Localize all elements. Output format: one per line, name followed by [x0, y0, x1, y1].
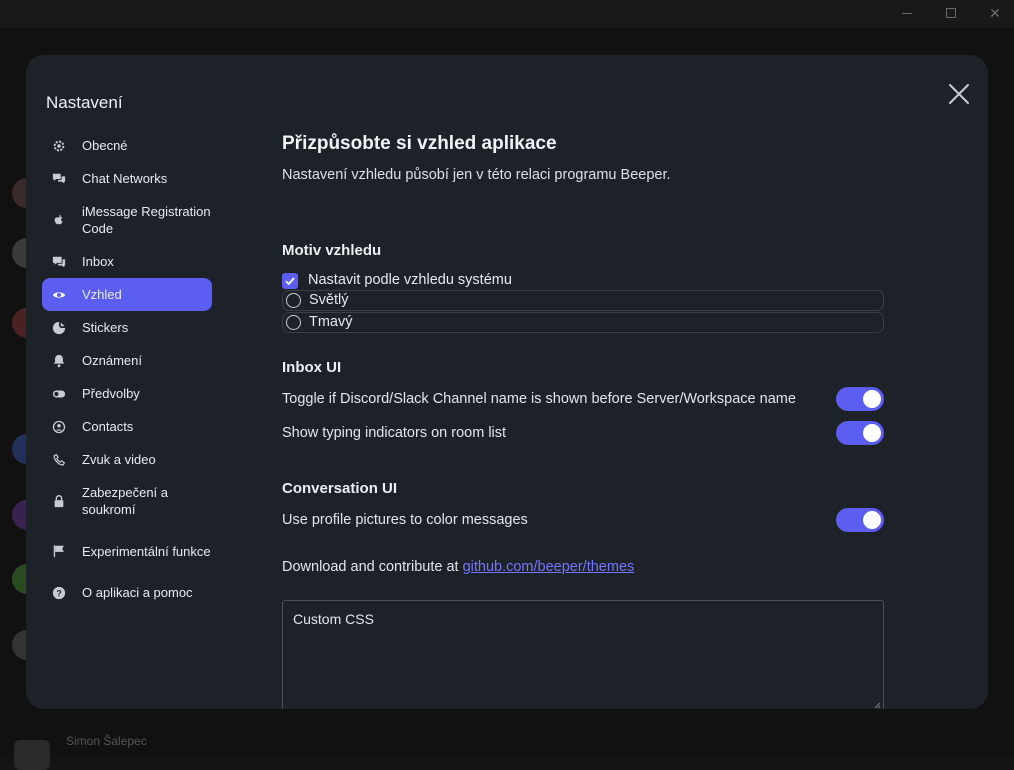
page-subtitle: Nastavení vzhledu působí jen v této rela…	[282, 167, 671, 183]
theme-section-heading: Motiv vzhledu	[282, 242, 382, 259]
theme-option-label: Tmavý	[309, 314, 353, 330]
custom-css-textarea[interactable]: Custom CSS	[282, 600, 884, 709]
sidebar-item-label: Inbox	[82, 254, 114, 269]
conversation-ui-heading: Conversation UI	[282, 480, 398, 497]
system-theme-checkbox[interactable]	[282, 273, 298, 289]
phone-icon	[51, 452, 67, 468]
download-prefix: Download and contribute at	[282, 559, 459, 575]
sidebar-item-zvuk-video[interactable]: Zvuk a video	[42, 443, 212, 476]
toggle-knob	[863, 390, 881, 408]
toggle-label: Use profile pictures to color messages	[282, 512, 528, 528]
inbox-footer-icon[interactable]	[14, 740, 50, 770]
channel-name-toggle[interactable]	[836, 387, 884, 411]
contact-icon	[51, 419, 67, 435]
lock-icon	[51, 493, 67, 509]
sidebar-item-label: iMessage Registration Code	[82, 204, 211, 236]
sidebar-item-stickers[interactable]: Stickers	[42, 311, 212, 344]
sidebar-item-oznameni[interactable]: Oznámení	[42, 344, 212, 377]
sidebar-item-label: Předvolby	[82, 386, 140, 401]
typing-indicators-toggle[interactable]	[836, 421, 884, 445]
gear-icon	[51, 138, 67, 154]
appearance-settings-panel: Přizpůsobte si vzhled aplikace Nastavení…	[282, 55, 932, 709]
toggle-knob	[863, 424, 881, 442]
sidebar-item-imessage-code[interactable]: iMessage Registration Code	[42, 195, 212, 245]
sidebar-item-label: Experimentální funkce	[82, 543, 211, 559]
flag-icon	[51, 543, 67, 559]
sidebar-item-chat-networks[interactable]: Chat Networks	[42, 162, 212, 195]
inbox-icon	[51, 254, 67, 270]
profile-color-toggle[interactable]	[836, 508, 884, 532]
radio-button[interactable]	[286, 293, 301, 308]
toggle-knob	[863, 511, 881, 529]
sidebar-item-experimentalni[interactable]: Experimentální funkce	[42, 526, 212, 576]
eye-icon	[51, 287, 67, 303]
toggle-icon	[51, 386, 67, 402]
sidebar-item-label: Zvuk a video	[82, 452, 156, 467]
toggle-label: Toggle if Discord/Slack Channel name is …	[282, 391, 796, 407]
theme-option-light[interactable]: Světlý	[282, 290, 884, 311]
settings-sidebar: Obecné Chat Networks iMessage Registrati…	[42, 129, 212, 609]
sidebar-item-vzhled[interactable]: Vzhled	[42, 278, 212, 311]
apple-icon	[51, 212, 67, 228]
sticker-icon	[51, 320, 67, 336]
custom-css-placeholder: Custom CSS	[293, 611, 374, 627]
sidebar-item-label: O aplikaci a pomoc	[82, 585, 193, 600]
sidebar-item-label: Zabezpečení a soukromí	[82, 485, 169, 517]
background-contact-name: Simon Šalepec	[66, 734, 147, 748]
sidebar-item-label: Contacts	[82, 419, 134, 434]
sidebar-item-label: Vzhled	[82, 287, 122, 302]
sidebar-item-label: Chat Networks	[82, 171, 168, 186]
theme-option-label: Světlý	[309, 292, 349, 308]
system-theme-label[interactable]: Nastavit podle vzhledu systému	[308, 272, 512, 288]
maximize-icon[interactable]	[928, 2, 974, 24]
minimize-icon[interactable]	[884, 2, 930, 24]
themes-link[interactable]: github.com/beeper/themes	[463, 559, 635, 575]
sidebar-item-inbox[interactable]: Inbox	[42, 245, 212, 278]
sidebar-item-o-aplikaci[interactable]: ? O aplikaci a pomoc	[42, 576, 212, 609]
svg-text:?: ?	[56, 588, 61, 598]
bell-icon	[51, 353, 67, 369]
sidebar-item-contacts[interactable]: Contacts	[42, 410, 212, 443]
modal-title: Nastavení	[46, 93, 123, 112]
download-text: Download and contribute at github.com/be…	[282, 559, 634, 575]
sidebar-item-predvolby[interactable]: Předvolby	[42, 377, 212, 410]
help-icon: ?	[51, 585, 67, 601]
page-title: Přizpůsobte si vzhled aplikace	[282, 133, 557, 154]
sidebar-item-obecne[interactable]: Obecné	[42, 129, 212, 162]
resize-grip-icon[interactable]	[873, 701, 881, 709]
sidebar-item-zabezpeceni[interactable]: Zabezpečení a soukromí	[42, 476, 212, 526]
window-close-icon[interactable]: ✕	[972, 2, 1014, 24]
inbox-ui-heading: Inbox UI	[282, 359, 342, 376]
window-titlebar: ✕	[0, 0, 1014, 28]
sidebar-item-label: Obecné	[82, 138, 128, 153]
theme-option-dark[interactable]: Tmavý	[282, 312, 884, 333]
radio-button[interactable]	[286, 315, 301, 330]
close-icon[interactable]	[944, 79, 974, 109]
toggle-label: Show typing indicators on room list	[282, 425, 507, 441]
settings-modal: Nastavení Obecné Chat Networks iMessage …	[26, 55, 988, 709]
sidebar-item-label: Stickers	[82, 320, 129, 335]
sidebar-item-label: Oznámení	[82, 353, 142, 368]
chat-bubbles-icon	[51, 171, 67, 187]
